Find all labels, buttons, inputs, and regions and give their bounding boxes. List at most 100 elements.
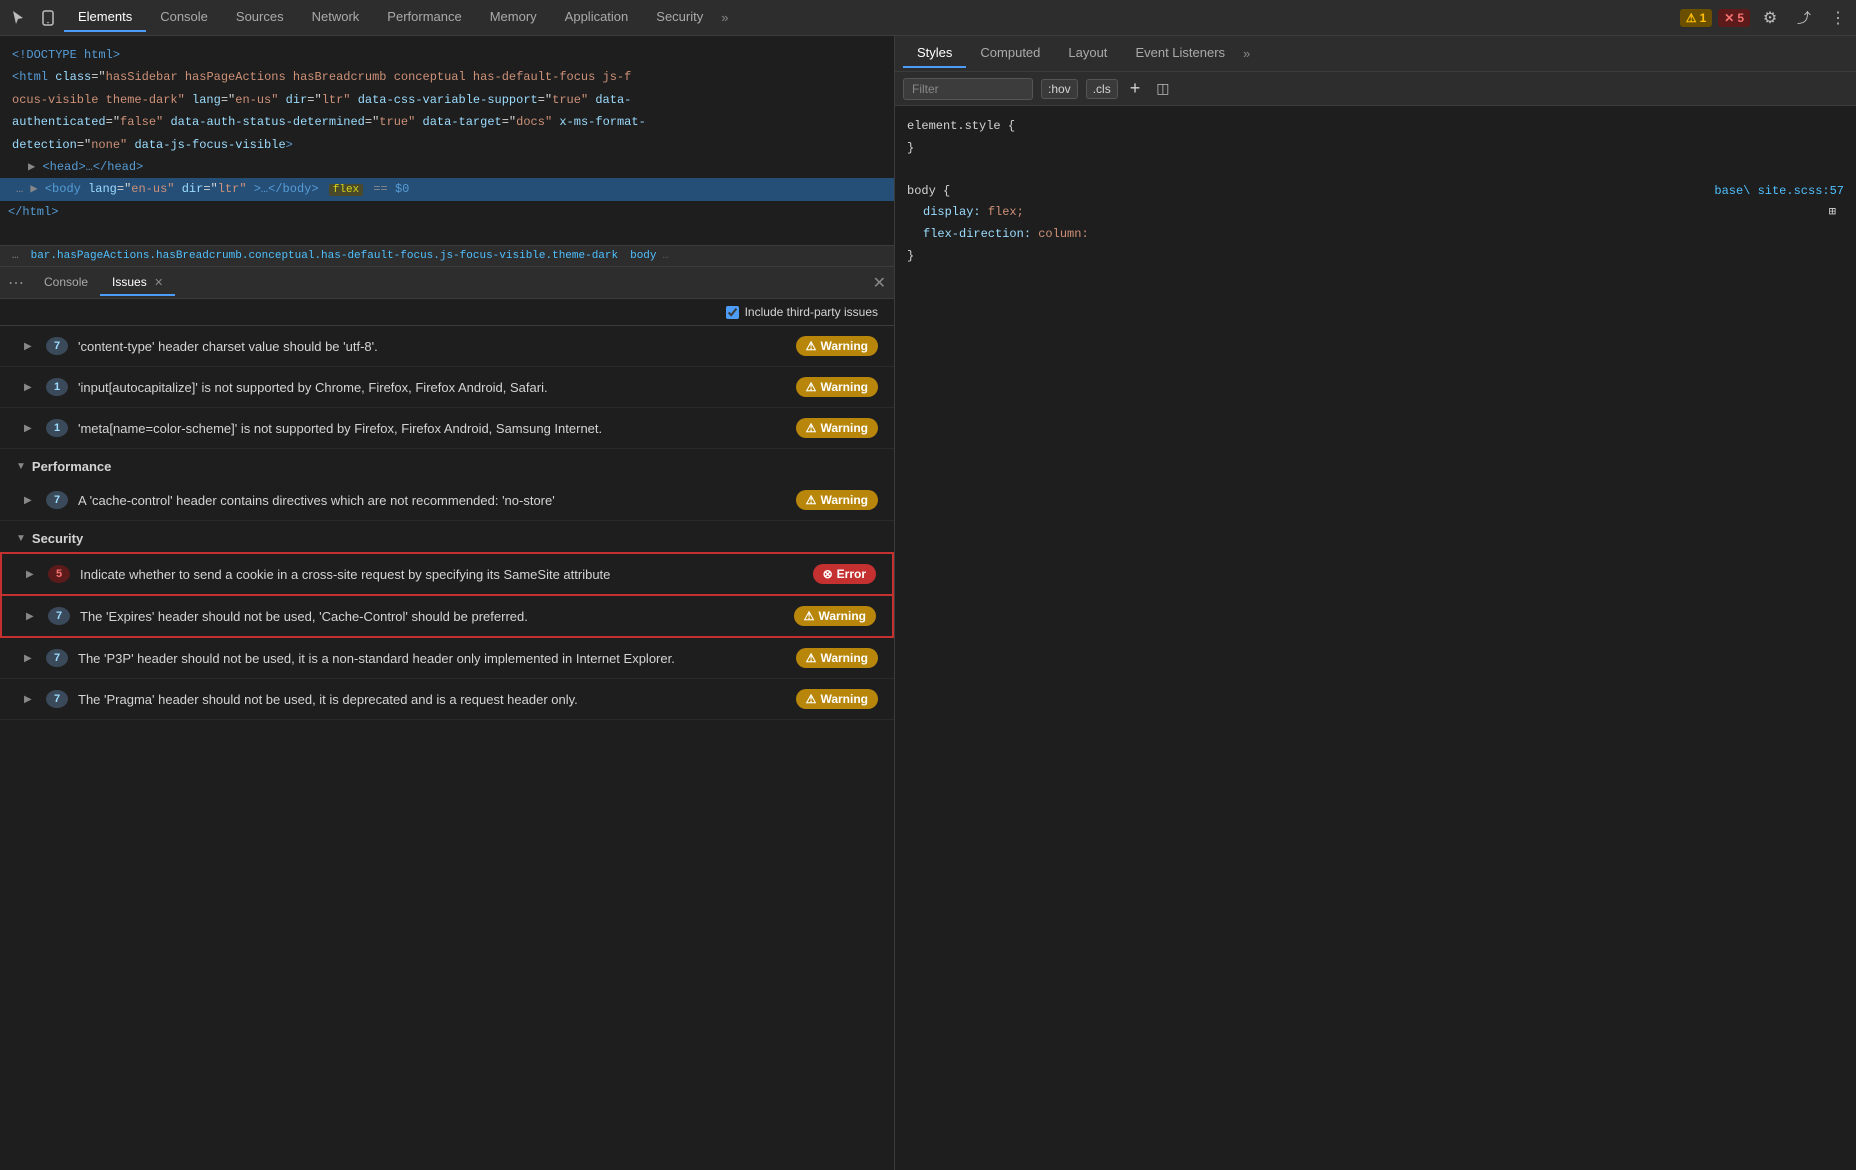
styles-filter-input[interactable]	[903, 78, 1033, 100]
expand-arrow: ▶	[24, 423, 36, 434]
category-label-performance: Performance	[32, 459, 111, 474]
warning-badge: ⚠ Warning	[796, 418, 878, 438]
mobile-icon[interactable]	[34, 4, 62, 32]
third-party-bar: Include third-party issues	[0, 299, 894, 326]
html-class-continuation: ocus-visible theme-dark" lang="en-us" di…	[0, 89, 894, 111]
category-arrow: ▼	[16, 533, 26, 544]
warning-badge: ⚠ Warning	[796, 377, 878, 397]
tab-styles[interactable]: Styles	[903, 39, 966, 68]
styles-tabbar: Styles Computed Layout Event Listeners »	[895, 36, 1856, 72]
breadcrumb-text: bar.hasPageActions.hasBreadcrumb.concept…	[31, 250, 619, 262]
body-line[interactable]: … ▶ <body lang="en-us" dir="ltr" >…</bod…	[0, 178, 894, 201]
third-party-checkbox[interactable]	[726, 306, 739, 319]
styles-filter-bar: :hov .cls + ◫	[895, 72, 1856, 106]
expand-arrow: ▶	[26, 569, 38, 580]
warning-icon: ⚠	[1686, 11, 1697, 25]
error-badge: ⊗ Error	[813, 564, 876, 584]
issues-tab-close[interactable]: ✕	[154, 277, 163, 289]
issue-count-7: 7	[46, 337, 68, 355]
cls-button[interactable]: .cls	[1086, 79, 1118, 99]
error-circle-icon: ⊗	[823, 567, 833, 581]
warning-count-badge[interactable]: ⚠ 1	[1680, 9, 1712, 27]
issue-autocapitalize[interactable]: ▶ 1 'input[autocapitalize]' is not suppo…	[0, 367, 894, 408]
devtools-top-tabbar: Elements Console Sources Network Perform…	[0, 0, 1856, 36]
issue-p3p[interactable]: ▶ 7 The 'P3P' header should not be used,…	[0, 638, 894, 679]
warning-badge: ⚠ Warning	[794, 606, 876, 626]
issue-count-1a: 1	[46, 378, 68, 396]
tab-network[interactable]: Network	[298, 3, 374, 32]
issue-count-7c: 7	[48, 607, 70, 625]
html-open-line: <html class="hasSidebar hasPageActions h…	[0, 66, 894, 88]
flex-badge: flex	[329, 184, 363, 196]
category-label-security: Security	[32, 531, 83, 546]
tab-console[interactable]: Console	[146, 3, 222, 32]
issue-pragma[interactable]: ▶ 7 The 'Pragma' header should not be us…	[0, 679, 894, 720]
html-close-line: </html>	[0, 201, 894, 223]
warning-triangle-icon: ⚠	[806, 421, 817, 435]
issue-samesite[interactable]: ▶ 5 Indicate whether to send a cookie in…	[0, 552, 894, 596]
third-party-label: Include third-party issues	[745, 305, 878, 319]
css-rules-panel: element.style { } body { base\ site.scss…	[895, 106, 1856, 277]
tab-issues[interactable]: Issues ✕	[100, 270, 175, 296]
tab-console-bottom[interactable]: Console	[32, 270, 100, 296]
tab-performance[interactable]: Performance	[373, 3, 475, 32]
tab-security[interactable]: Security	[642, 3, 717, 32]
add-style-rule-button[interactable]: +	[1126, 78, 1145, 99]
category-performance[interactable]: ▼ Performance	[0, 449, 894, 480]
error-count: 5	[1737, 11, 1744, 25]
doctype-line: <!DOCTYPE html>	[0, 44, 894, 66]
element-style-block: element.style { }	[907, 116, 1844, 159]
cursor-icon[interactable]	[4, 4, 32, 32]
expand-arrow: ▶	[24, 694, 36, 705]
tab-elements[interactable]: Elements	[64, 3, 146, 32]
warning-triangle-icon: ⚠	[806, 493, 817, 507]
issue-text-samesite: Indicate whether to send a cookie in a c…	[80, 567, 803, 582]
warning-triangle-icon: ⚠	[806, 339, 817, 353]
bottom-tabbar: ⋯ Console Issues ✕ ✕	[0, 267, 894, 299]
tab-event-listeners[interactable]: Event Listeners	[1121, 39, 1239, 68]
issue-expires[interactable]: ▶ 7 The 'Expires' header should not be u…	[0, 596, 894, 638]
bottom-more-button[interactable]: ⋯	[8, 273, 24, 293]
issue-count-7b: 7	[46, 491, 68, 509]
issue-text-color-scheme: 'meta[name=color-scheme]' is not support…	[78, 421, 786, 436]
issue-color-scheme[interactable]: ▶ 1 'meta[name=color-scheme]' is not sup…	[0, 408, 894, 449]
more-options-button[interactable]: ⋮	[1824, 4, 1852, 32]
hov-button[interactable]: :hov	[1041, 79, 1078, 99]
issue-cache-control[interactable]: ▶ 7 A 'cache-control' header contains di…	[0, 480, 894, 521]
more-tabs-right[interactable]: »	[1243, 46, 1250, 61]
issue-text-expires: The 'Expires' header should not be used,…	[80, 609, 784, 624]
more-tabs-button[interactable]: »	[717, 10, 732, 25]
third-party-checkbox-container[interactable]: Include third-party issues	[726, 305, 878, 319]
issue-count-1b: 1	[46, 419, 68, 437]
settings-button[interactable]: ⚙	[1756, 4, 1784, 32]
expand-arrow: ▶	[24, 653, 36, 664]
html-data-attrs: authenticated="false" data-auth-status-d…	[0, 111, 894, 133]
css-source-link[interactable]: base\ site.scss:57	[1714, 181, 1844, 203]
issue-count-5: 5	[48, 565, 70, 583]
html-detection-attr: detection="none" data-js-focus-visible>	[0, 134, 894, 156]
tab-sources[interactable]: Sources	[222, 3, 298, 32]
issue-text-autocapitalize: 'input[autocapitalize]' is not supported…	[78, 380, 786, 395]
issue-text-content-type: 'content-type' header charset value shou…	[78, 339, 786, 354]
issue-text-p3p: The 'P3P' header should not be used, it …	[78, 651, 786, 666]
category-security[interactable]: ▼ Security	[0, 521, 894, 552]
warning-triangle-icon: ⚠	[806, 692, 817, 706]
tab-memory[interactable]: Memory	[476, 3, 551, 32]
panel-close-button[interactable]: ✕	[873, 273, 886, 293]
warning-count: 1	[1700, 11, 1707, 25]
issue-content-type[interactable]: ▶ 7 'content-type' header charset value …	[0, 326, 894, 367]
main-content: <!DOCTYPE html> <html class="hasSidebar …	[0, 36, 1856, 1170]
issues-list: ▶ 7 'content-type' header charset value …	[0, 326, 894, 1170]
warning-triangle-icon: ⚠	[806, 651, 817, 665]
tab-layout[interactable]: Layout	[1054, 39, 1121, 68]
error-count-badge[interactable]: ✕ 5	[1718, 9, 1750, 27]
tab-application[interactable]: Application	[551, 3, 643, 32]
expand-arrow: ▶	[26, 611, 38, 622]
toggle-inspector-button[interactable]: ◫	[1152, 80, 1173, 97]
tab-computed[interactable]: Computed	[966, 39, 1054, 68]
warning-badge: ⚠ Warning	[796, 689, 878, 709]
elements-panel: <!DOCTYPE html> <html class="hasSidebar …	[0, 36, 894, 246]
body-style-block: body { base\ site.scss:57 display: flex;…	[907, 181, 1844, 267]
share-button[interactable]: ⤴	[1790, 4, 1818, 32]
warning-triangle-icon: ⚠	[806, 380, 817, 394]
